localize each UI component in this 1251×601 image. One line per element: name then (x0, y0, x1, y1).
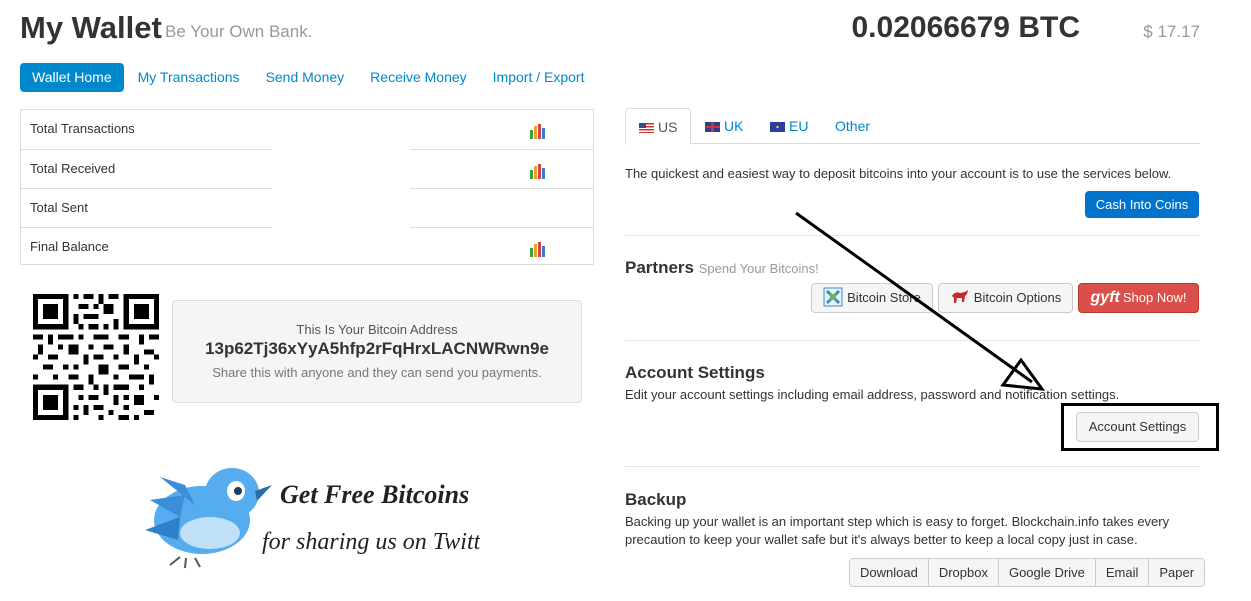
annotation-arrow-icon (795, 211, 1046, 391)
